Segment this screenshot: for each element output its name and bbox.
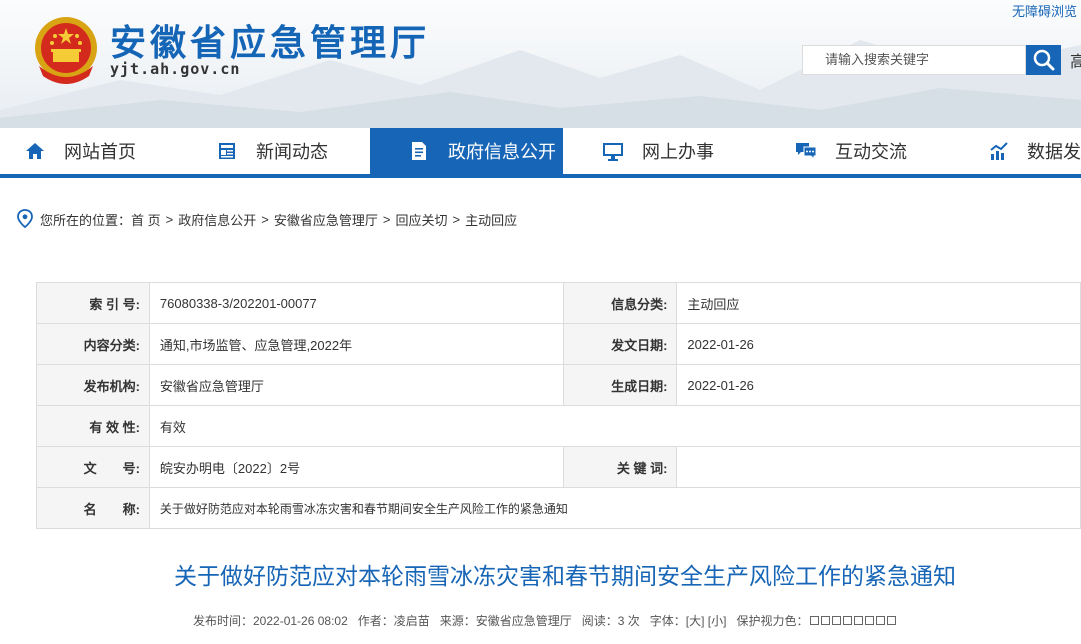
chart-icon: [989, 142, 1008, 160]
publish-time: 发布时间：2022-01-26 08:02: [193, 614, 348, 628]
nav-label: 新闻动态: [256, 142, 328, 163]
docno-value: 皖安办明电〔2022〕2号: [148, 446, 564, 488]
breadcrumb-active-response[interactable]: 主动回应: [465, 210, 517, 229]
accessibility-link[interactable]: 无障碍浏览: [1012, 1, 1077, 20]
article-title: 关于做好防范应对本轮雨雪冰冻灾害和春节期间安全生产风险工作的紧急通知: [174, 563, 956, 589]
publisher-value: 安徽省应急管理厅: [148, 364, 564, 406]
table-row: 发布机构: 安徽省应急管理厅 生成日期: 2022-01-26: [36, 364, 1081, 406]
docno-label: 文 号:: [36, 446, 150, 488]
color-swatch[interactable]: [843, 616, 853, 625]
content-label: 内容分类:: [36, 323, 150, 365]
issue-date-value: 2022-01-26: [676, 323, 1081, 365]
search-input[interactable]: 请输入搜索关键字: [802, 45, 1026, 75]
breadcrumb-separator: >: [261, 211, 269, 227]
header-overflow-text[interactable]: 高: [1070, 48, 1081, 72]
location-pin-icon: [17, 209, 33, 229]
national-emblem-icon: [35, 17, 97, 84]
validity-value: 有效: [148, 405, 1081, 447]
index-label: 索 引 号:: [36, 282, 150, 324]
breadcrumb-response[interactable]: 回应关切: [395, 210, 447, 229]
publisher-label: 发布机构:: [36, 364, 150, 406]
nav-label: 政府信息公开: [448, 142, 556, 163]
eye-protect-label: 保护视力色：: [736, 614, 809, 628]
color-swatch[interactable]: [854, 616, 864, 625]
name-label: 名 称:: [36, 487, 150, 529]
nav-label: 数据发: [1027, 142, 1081, 163]
index-value: 76080338-3/202201-00077: [148, 282, 564, 324]
nav-label: 网上办事: [642, 142, 714, 163]
table-row: 索 引 号: 76080338-3/202201-00077 信息分类: 主动回…: [36, 282, 1081, 324]
font-size-control[interactable]: 字体：[大] [小]: [650, 612, 727, 629]
document-icon: [412, 142, 426, 160]
issue-date-label: 发文日期:: [562, 323, 678, 365]
chat-icon: [796, 143, 817, 161]
breadcrumb-home[interactable]: 首 页: [131, 210, 161, 229]
news-icon: [219, 143, 235, 159]
article-meta: 发布时间：2022-01-26 08:02 作者：凌启苗 来源：安徽省应急管理厅…: [193, 612, 906, 629]
name-value: 关于做好防范应对本轮雨雪冰冻灾害和春节期间安全生产风险工作的紧急通知: [148, 487, 1081, 529]
nav-underline: [0, 174, 1081, 178]
breadcrumb-prefix: 您所在的位置：: [40, 212, 132, 228]
nav-label: 互动交流: [835, 142, 907, 163]
nav-item-news[interactable]: 新闻动态: [216, 128, 328, 174]
table-row: 有 效 性: 有效: [36, 405, 1081, 447]
home-icon: [26, 143, 44, 159]
nav-item-home[interactable]: 网站首页: [24, 128, 136, 174]
main-nav: 网站首页 新闻动态 政府信息公开 网上办事 互动交流 数据发: [0, 128, 1081, 174]
table-row: 内容分类: 通知,市场监管、应急管理,2022年 发文日期: 2022-01-2…: [36, 323, 1081, 365]
monitor-icon: [603, 143, 623, 161]
color-swatch[interactable]: [821, 616, 831, 625]
color-swatch[interactable]: [876, 616, 886, 625]
breadcrumb-gov-info[interactable]: 政府信息公开: [178, 210, 256, 229]
table-row: 文 号: 皖安办明电〔2022〕2号 关 键 词:: [36, 446, 1081, 488]
breadcrumb-department[interactable]: 安徽省应急管理厅: [274, 210, 378, 229]
color-swatch[interactable]: [887, 616, 897, 625]
nav-item-interaction[interactable]: 互动交流: [795, 128, 907, 174]
category-label: 信息分类:: [562, 282, 678, 324]
source: 来源：安徽省应急管理厅: [439, 614, 572, 628]
keywords-label: 关 键 词:: [562, 446, 678, 488]
view-count: 阅读：3 次: [581, 614, 640, 628]
content-value: 通知,市场监管、应急管理,2022年: [148, 323, 564, 365]
eye-protect-swatches: [810, 616, 897, 625]
nav-item-gov-info[interactable]: 政府信息公开: [370, 128, 563, 174]
site-title: 安徽省应急管理厅: [110, 23, 431, 64]
site-header: 无障碍浏览 安徽省应急管理厅 yjt.ah.gov.cn 请输入搜索关键字 高: [0, 0, 1081, 128]
color-swatch[interactable]: [865, 616, 875, 625]
breadcrumb-separator: >: [165, 211, 174, 227]
color-swatch[interactable]: [810, 616, 820, 625]
author: 作者：凌启苗: [357, 614, 430, 628]
gen-date-value: 2022-01-26: [676, 364, 1081, 406]
nav-label: 网站首页: [64, 142, 136, 163]
color-swatch[interactable]: [832, 616, 842, 625]
gen-date-label: 生成日期:: [562, 364, 678, 406]
table-row: 名 称: 关于做好防范应对本轮雨雪冰冻灾害和春节期间安全生产风险工作的紧急通知: [36, 487, 1081, 529]
nav-item-online-service[interactable]: 网上办事: [602, 128, 714, 174]
validity-label: 有 效 性:: [36, 405, 150, 447]
search-button[interactable]: [1026, 45, 1061, 75]
breadcrumb-separator: >: [452, 211, 461, 227]
search-icon: [1033, 49, 1054, 71]
category-value: 主动回应: [676, 282, 1081, 324]
breadcrumb-separator: >: [382, 211, 391, 227]
document-meta-table: 索 引 号: 76080338-3/202201-00077 信息分类: 主动回…: [36, 282, 1081, 529]
breadcrumb: 您所在的位置： 首 页 > 政府信息公开 > 安徽省应急管理厅 > 回应关切 >…: [16, 208, 517, 230]
site-domain: yjt.ah.gov.cn: [110, 60, 241, 78]
keywords-value: [676, 446, 1081, 488]
nav-item-data[interactable]: 数据发: [988, 128, 1081, 174]
